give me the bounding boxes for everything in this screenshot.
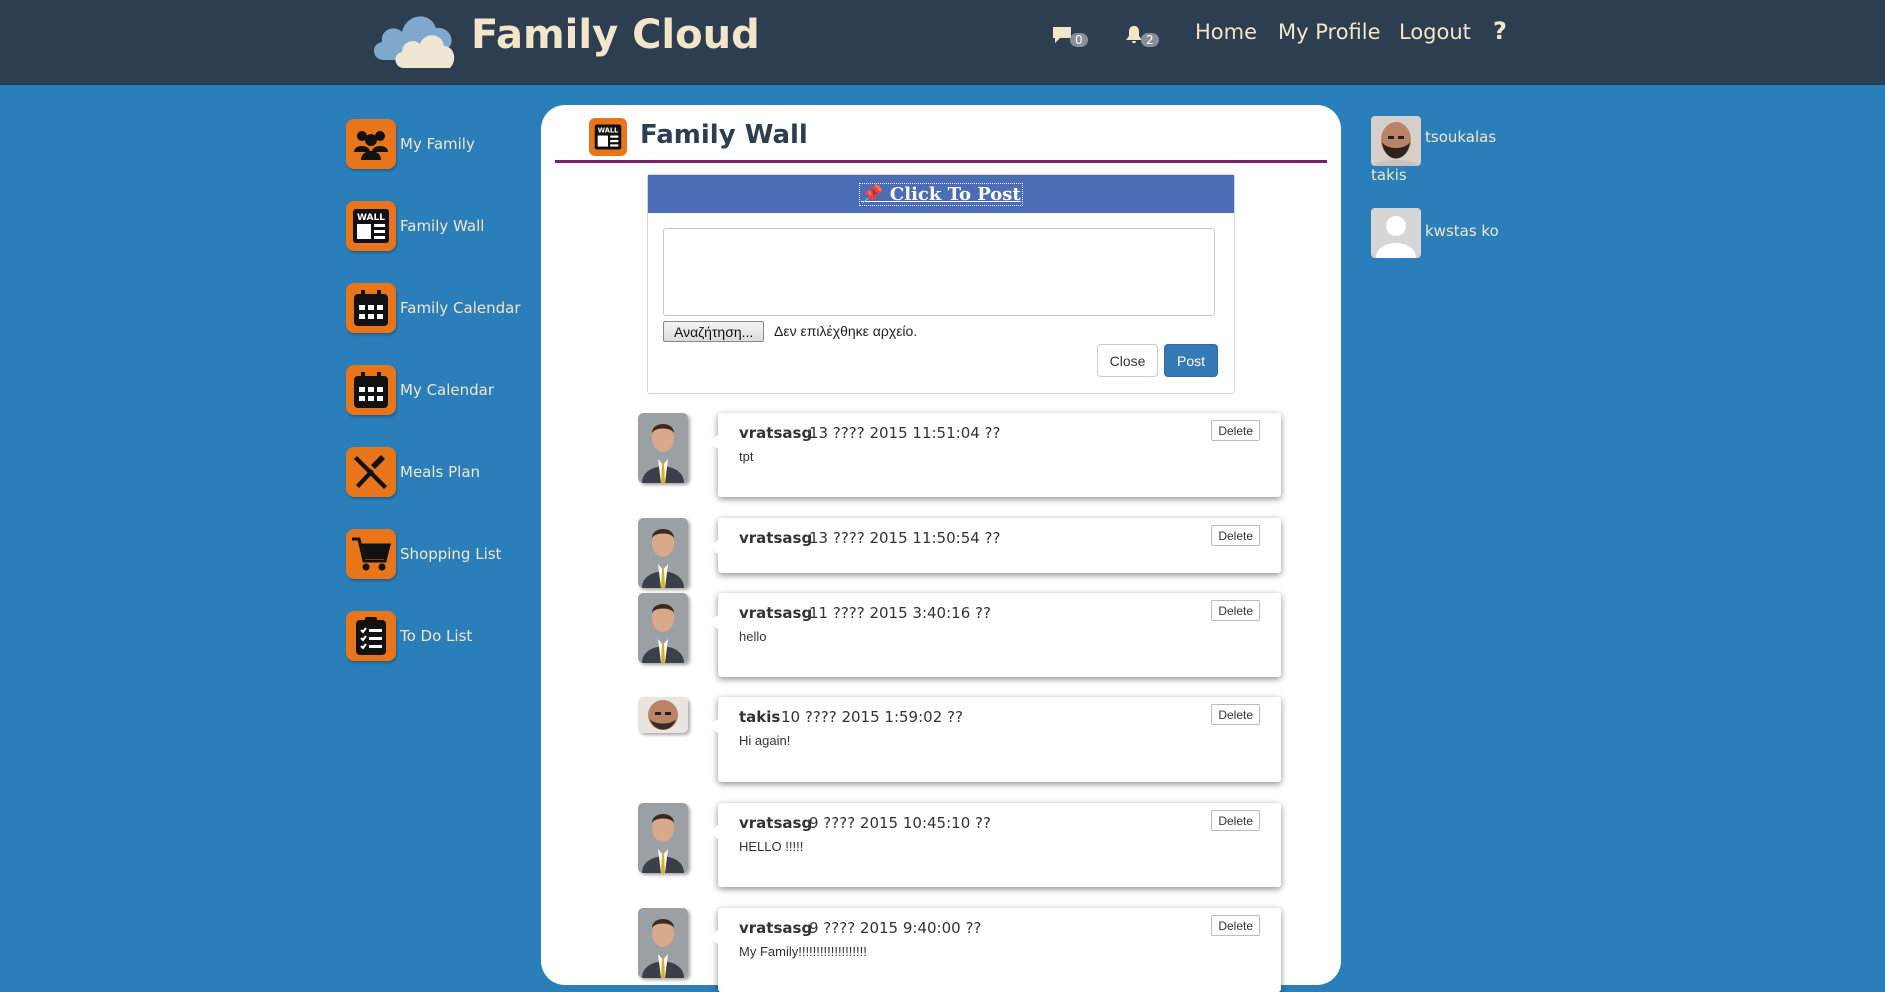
- sidebar-item-label: Family Calendar: [400, 299, 521, 317]
- page-header: WALL Family Wall: [555, 118, 1327, 163]
- post-avatar[interactable]: [638, 908, 688, 978]
- meals-icon: [346, 447, 396, 497]
- browse-file-button[interactable]: Αναζήτηση...: [663, 321, 765, 342]
- member-item[interactable]: tsoukalas takis: [1371, 116, 1496, 184]
- nav-home[interactable]: Home: [1195, 20, 1257, 44]
- todo-icon: [346, 611, 396, 661]
- sidebar-item-family-calendar[interactable]: Family Calendar: [346, 282, 546, 334]
- page-title: Family Wall: [640, 120, 808, 150]
- calendar-icon: [346, 283, 396, 333]
- notifications-button[interactable]: 2: [1125, 20, 1159, 50]
- post-date: 11 ???? 2015 3:40:16 ??: [809, 604, 991, 622]
- sidebar-item-my-calendar[interactable]: My Calendar: [346, 364, 546, 416]
- post-card: vratsasg 13 ???? 2015 11:50:54 ?? Delete: [709, 518, 1281, 573]
- cloud-logo-icon: [373, 16, 455, 68]
- sidebar-item-shopping-list[interactable]: Shopping List: [346, 528, 546, 580]
- post-button[interactable]: Post: [1164, 344, 1218, 377]
- svg-text:WALL: WALL: [357, 213, 385, 223]
- delete-button[interactable]: Delete: [1211, 420, 1260, 441]
- sidebar-item-label: My Family: [400, 135, 475, 153]
- calendar-icon: [346, 365, 396, 415]
- post-author[interactable]: vratsasg: [739, 604, 812, 622]
- post-card: vratsasg 11 ???? 2015 3:40:16 ?? hello D…: [709, 593, 1281, 677]
- delete-button[interactable]: Delete: [1211, 810, 1260, 831]
- chat-icon: [1053, 27, 1071, 43]
- wall-icon: WALL: [589, 118, 627, 156]
- post-author[interactable]: vratsasg: [739, 529, 812, 547]
- post-text: tpt: [739, 449, 754, 464]
- member-name[interactable]: kwstas ko: [1425, 222, 1499, 240]
- avatar[interactable]: [1371, 208, 1421, 258]
- post-card: vratsasg 9 ???? 2015 9:40:00 ?? My Famil…: [709, 908, 1281, 992]
- top-bar: Family Cloud 0 2 Home My Profile Logout …: [0, 0, 1885, 85]
- post-avatar[interactable]: [638, 803, 688, 873]
- post-text: My Family!!!!!!!!!!!!!!!!!!!: [739, 944, 867, 959]
- avatar[interactable]: [1371, 116, 1421, 166]
- sidebar-item-meals-plan[interactable]: Meals Plan: [346, 446, 546, 498]
- sidebar-item-label: Shopping List: [400, 545, 502, 563]
- nav-logout[interactable]: Logout: [1399, 20, 1471, 44]
- delete-button[interactable]: Delete: [1211, 915, 1260, 936]
- post-author[interactable]: vratsasg: [739, 424, 812, 442]
- member-subname[interactable]: takis: [1371, 166, 1407, 184]
- sidebar-item-label: My Calendar: [400, 381, 495, 399]
- cart-icon: [346, 529, 396, 579]
- post-avatar[interactable]: [638, 697, 688, 733]
- brand-title[interactable]: Family Cloud: [471, 12, 760, 58]
- sidebar-item-label: Family Wall: [400, 217, 485, 235]
- post-card: vratsasg 13 ???? 2015 11:51:04 ?? tpt De…: [709, 413, 1281, 497]
- messages-button[interactable]: 0: [1052, 20, 1088, 50]
- sidebar-item-my-family[interactable]: My Family: [346, 118, 546, 170]
- post-date: 9 ???? 2015 10:45:10 ??: [809, 814, 991, 832]
- wall-icon: WALL: [346, 201, 396, 251]
- post-card: vratsasg 9 ???? 2015 10:45:10 ?? HELLO !…: [709, 803, 1281, 887]
- click-to-post-header[interactable]: 📌 Click To Post: [648, 175, 1234, 213]
- post-composer: 📌 Click To Post Αναζήτηση... Δεν επιλέχθ…: [647, 174, 1235, 394]
- post-textarea[interactable]: [663, 228, 1215, 316]
- help-button[interactable]: ?: [1493, 17, 1507, 45]
- post-avatar[interactable]: [638, 518, 688, 588]
- sidebar-item-label: To Do List: [400, 627, 473, 645]
- post-author[interactable]: takis: [739, 708, 780, 726]
- post-date: 13 ???? 2015 11:50:54 ??: [809, 529, 1001, 547]
- delete-button[interactable]: Delete: [1211, 525, 1260, 546]
- close-button[interactable]: Close: [1097, 344, 1158, 377]
- member-name[interactable]: tsoukalas: [1425, 128, 1496, 146]
- post-avatar[interactable]: [638, 413, 688, 483]
- post-author[interactable]: vratsasg: [739, 814, 812, 832]
- post-author[interactable]: vratsasg: [739, 919, 812, 937]
- delete-button[interactable]: Delete: [1211, 600, 1260, 621]
- post-text: Hi again!: [739, 733, 791, 748]
- post-card: takis 10 ???? 2015 1:59:02 ?? Hi again! …: [709, 697, 1281, 782]
- nav-my-profile[interactable]: My Profile: [1278, 20, 1381, 44]
- member-item[interactable]: kwstas ko: [1371, 208, 1499, 258]
- notifications-badge: 2: [1141, 33, 1159, 47]
- family-icon: [346, 119, 396, 169]
- sidebar-item-to-do-list[interactable]: To Do List: [346, 610, 546, 662]
- post-date: 9 ???? 2015 9:40:00 ??: [809, 919, 982, 937]
- no-file-selected-text: Δεν επιλέχθηκε αρχείο.: [774, 323, 918, 339]
- svg-text:WALL: WALL: [598, 127, 619, 135]
- post-avatar[interactable]: [638, 593, 688, 663]
- post-text: hello: [739, 629, 767, 644]
- post-text: HELLO !!!!!: [739, 839, 804, 854]
- delete-button[interactable]: Delete: [1211, 704, 1260, 725]
- click-to-post-link[interactable]: 📌 Click To Post: [859, 182, 1023, 206]
- post-date: 10 ???? 2015 1:59:02 ??: [781, 708, 963, 726]
- sidebar-item-label: Meals Plan: [400, 463, 481, 481]
- messages-badge: 0: [1070, 33, 1088, 47]
- sidebar-item-family-wall[interactable]: WALL Family Wall: [346, 200, 546, 252]
- post-date: 13 ???? 2015 11:51:04 ??: [809, 424, 1001, 442]
